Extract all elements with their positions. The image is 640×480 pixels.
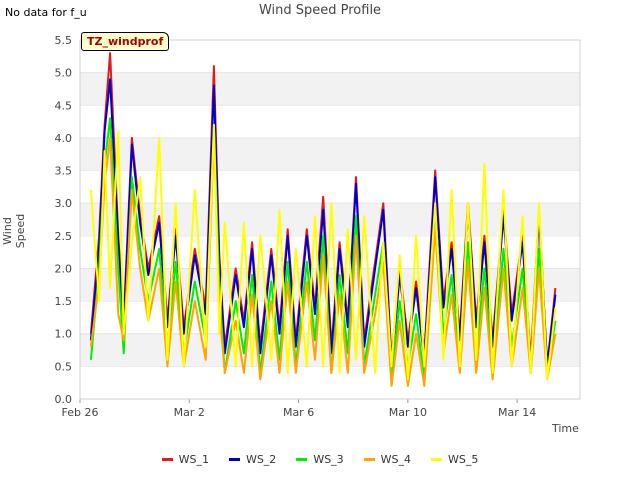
legend-swatch (296, 458, 308, 461)
y-tick-label: 3.0 (55, 197, 73, 210)
legend-swatch (228, 458, 240, 461)
x-tick-label: Mar 6 (283, 406, 314, 419)
legend-label: WS_1 (178, 453, 209, 466)
x-axis-ticks: Feb 26 Mar 2 Mar 6 Mar 10 Mar 14 (62, 399, 536, 419)
y-tick-label: 5.0 (55, 67, 73, 80)
legend-label: WS_2 (245, 453, 277, 466)
legend-swatch (161, 458, 173, 461)
grid-band (80, 72, 580, 106)
x-tick-label: Mar 14 (498, 406, 536, 419)
y-tick-label: 1.5 (55, 295, 73, 308)
y-tick-label: 1.0 (55, 328, 73, 341)
legend: WS_1 WS_2 WS_3 WS_4 WS_5 (0, 453, 640, 466)
y-tick-label: 3.5 (55, 165, 73, 178)
y-tick-label: 2.0 (55, 262, 73, 275)
y-tick-label: 2.5 (55, 230, 73, 243)
legend-item-ws_1: WS_1 (161, 453, 209, 466)
x-tick-label: Mar 2 (174, 406, 205, 419)
legend-swatch (363, 458, 375, 461)
wind-speed-chart: 0.0 0.5 1.0 1.5 2.0 2.5 3.0 3.5 4.0 4.5 5.0 5.5 Feb… (55, 34, 581, 419)
legend-item-ws_2: WS_2 (228, 453, 277, 466)
legend-label: WS_4 (380, 453, 412, 466)
y-axis-label: Wind Speed (1, 213, 27, 249)
y-tick-label: 0.5 (55, 360, 73, 373)
site-label-badge: TZ_windprof (81, 32, 170, 51)
x-tick-label: Feb 26 (62, 406, 99, 419)
y-tick-label: 4.5 (55, 99, 73, 112)
grid-band (80, 137, 580, 171)
y-tick-label: 0.0 (55, 393, 73, 406)
y-tick-label: 5.5 (55, 34, 73, 47)
x-tick-label: Mar 10 (389, 406, 427, 419)
y-tick-label: 4.0 (55, 132, 73, 145)
y-axis-ticks: 0.0 0.5 1.0 1.5 2.0 2.5 3.0 3.5 4.0 4.5 5.0 5.5 (55, 34, 73, 406)
legend-swatch (431, 458, 443, 461)
legend-label: WS_5 (448, 453, 479, 466)
x-axis-label: Time (552, 422, 579, 435)
legend-item-ws_3: WS_3 (296, 453, 344, 466)
legend-item-ws_4: WS_4 (363, 453, 412, 466)
legend-item-ws_5: WS_5 (431, 453, 478, 466)
legend-label: WS_3 (313, 453, 344, 466)
